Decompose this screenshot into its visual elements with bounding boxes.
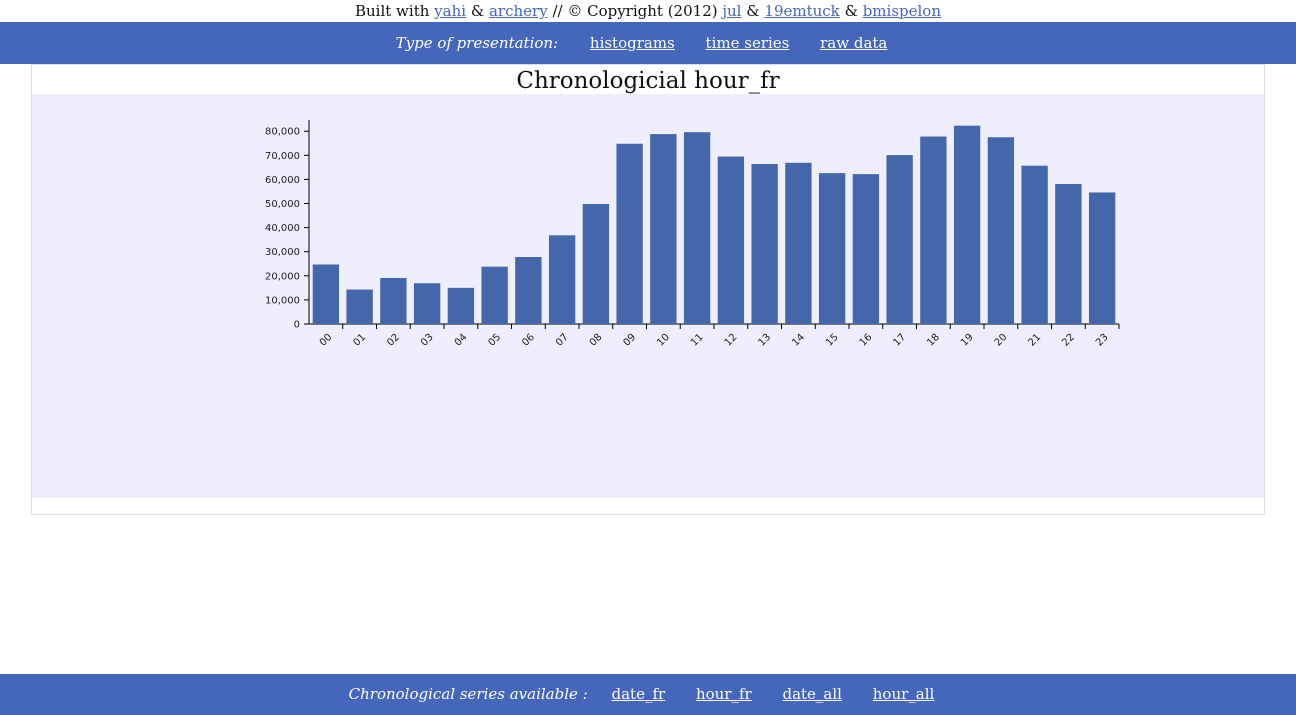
series-footer: Chronological series available : date_fr… (0, 674, 1296, 715)
bar (751, 164, 778, 324)
y-tick-label: 80,000 (265, 127, 300, 138)
bar (852, 174, 880, 324)
nav-link-histograms[interactable]: histograms (590, 34, 675, 52)
y-tick-label: 30,000 (265, 247, 300, 258)
bar (548, 235, 576, 324)
bar (515, 257, 542, 324)
x-tick-label: 18 (925, 332, 942, 349)
bar (717, 156, 745, 324)
bar (1055, 184, 1082, 324)
credits-amp: & (746, 2, 760, 20)
x-tick-label: 12 (723, 332, 740, 349)
series-link-date-fr[interactable]: date_fr (612, 685, 666, 703)
bar (346, 289, 373, 324)
bar (886, 155, 913, 324)
credits-bar: Built with yahi & archery // © Copyright… (0, 0, 1296, 22)
bar (312, 264, 340, 324)
presentation-nav: Type of presentation: histograms time se… (0, 22, 1296, 64)
credits-amp: & (844, 2, 858, 20)
credits-amp: & (470, 2, 485, 20)
series-link-date-all[interactable]: date_all (782, 685, 842, 703)
credits-link-19emtuck[interactable]: 19emtuck (764, 2, 839, 20)
bar (920, 136, 947, 324)
bar (987, 137, 1015, 324)
series-link-hour-all[interactable]: hour_all (873, 685, 935, 703)
bar (413, 283, 441, 324)
credits-link-bmispelon[interactable]: bmispelon (863, 2, 941, 20)
bar (447, 287, 475, 324)
y-tick-label: 10,000 (265, 295, 300, 306)
bar (683, 132, 711, 324)
credits-link-archery[interactable]: archery (489, 2, 548, 20)
y-tick-label: 40,000 (265, 223, 300, 234)
bar-chart: 0 10,000 20,000 30,000 40,000 50,000 60,000 70,… (265, 120, 1120, 349)
y-tick-label: 20,000 (265, 271, 300, 282)
series-label: Chronological series available : (348, 685, 588, 703)
x-tick-label: 16 (858, 332, 875, 349)
y-tick-label: 70,000 (265, 151, 300, 162)
bar (380, 277, 407, 324)
x-tick-label: 10 (655, 332, 672, 349)
x-tick-label: 14 (790, 332, 807, 349)
x-tick-label: 19 (959, 332, 976, 349)
x-tick-label: 04 (453, 332, 470, 349)
x-tick-label: 07 (554, 332, 571, 349)
x-tick-label: 23 (1094, 332, 1111, 349)
bar (818, 173, 846, 324)
series-link-hour-fr[interactable]: hour_fr (696, 685, 752, 703)
bar (582, 204, 610, 324)
presentation-label: Type of presentation: (395, 34, 559, 52)
y-tick-label: 60,000 (265, 175, 300, 186)
x-tick-label: 01 (351, 332, 368, 349)
x-tick-label: 15 (824, 332, 841, 349)
bar (650, 134, 677, 324)
nav-link-raw-data[interactable]: raw data (820, 34, 887, 52)
x-tick-label: 09 (621, 332, 638, 349)
x-tick-label: 03 (419, 332, 436, 349)
x-tick-label: 17 (891, 332, 908, 349)
credits-link-yahi[interactable]: yahi (434, 2, 466, 20)
x-tick-label: 02 (385, 332, 402, 349)
x-tick-label: 21 (1026, 332, 1043, 349)
credits-link-jul[interactable]: jul (722, 2, 741, 20)
bars (312, 125, 1116, 324)
credits-copyright: // © Copyright (2012) (552, 2, 718, 20)
x-tick-label: 20 (993, 332, 1010, 349)
y-tick-label: 50,000 (265, 199, 300, 210)
bar (1021, 165, 1048, 324)
x-tick-label: 06 (520, 332, 537, 349)
credits-prefix: Built with (354, 2, 430, 20)
bar (616, 143, 643, 324)
bar (481, 266, 508, 324)
x-tick-label: 22 (1060, 332, 1077, 349)
x-tick-label: 00 (318, 332, 335, 349)
x-tick-label: 08 (588, 332, 605, 349)
bar (1088, 192, 1116, 324)
nav-link-time-series[interactable]: time series (706, 34, 790, 52)
x-tick-label: 13 (756, 332, 773, 349)
bar (785, 162, 812, 324)
bar (953, 125, 981, 324)
y-tick-label: 0 (294, 320, 300, 331)
x-tick-label: 11 (689, 332, 706, 349)
x-tick-label: 05 (486, 332, 503, 349)
chart-panel: Chronologicial hour_fr 0 10,000 20,000 30,0… (31, 64, 1265, 515)
